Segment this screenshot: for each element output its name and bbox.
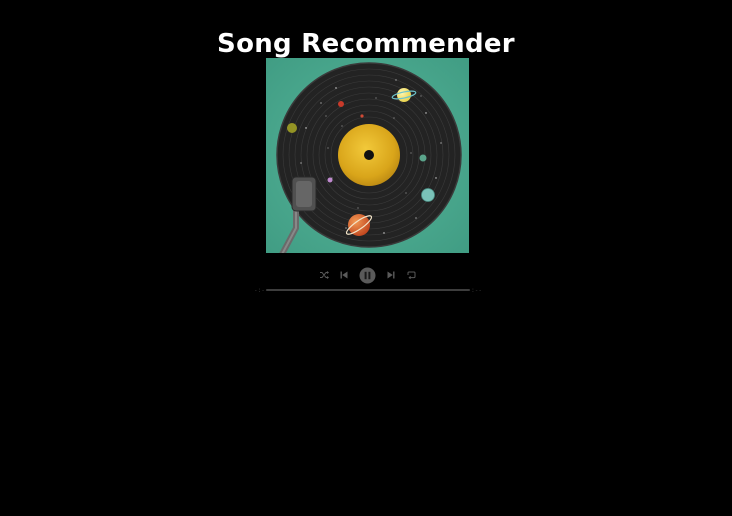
- album-art: [266, 58, 469, 253]
- pause-icon: [359, 267, 375, 283]
- shuffle-icon: [320, 271, 329, 279]
- previous-track-button[interactable]: [337, 266, 351, 284]
- next-track-icon: [387, 271, 395, 279]
- progress-track[interactable]: [266, 289, 470, 291]
- repeat-button[interactable]: [404, 266, 418, 284]
- total-time: -:--: [467, 287, 482, 294]
- app-title: Song Recommender: [217, 29, 515, 60]
- previous-track-icon: [340, 271, 348, 279]
- album-art-image: [266, 58, 469, 253]
- next-track-button[interactable]: [384, 266, 398, 284]
- play-pause-button[interactable]: [358, 266, 376, 284]
- playback-controls: [312, 266, 424, 284]
- shuffle-button[interactable]: [317, 266, 331, 284]
- app-page: Song Recommender -:-- -:--: [0, 0, 732, 516]
- progress-bar: -:-- -:--: [252, 285, 484, 297]
- repeat-icon: [407, 271, 415, 280]
- current-time: -:--: [254, 287, 269, 294]
